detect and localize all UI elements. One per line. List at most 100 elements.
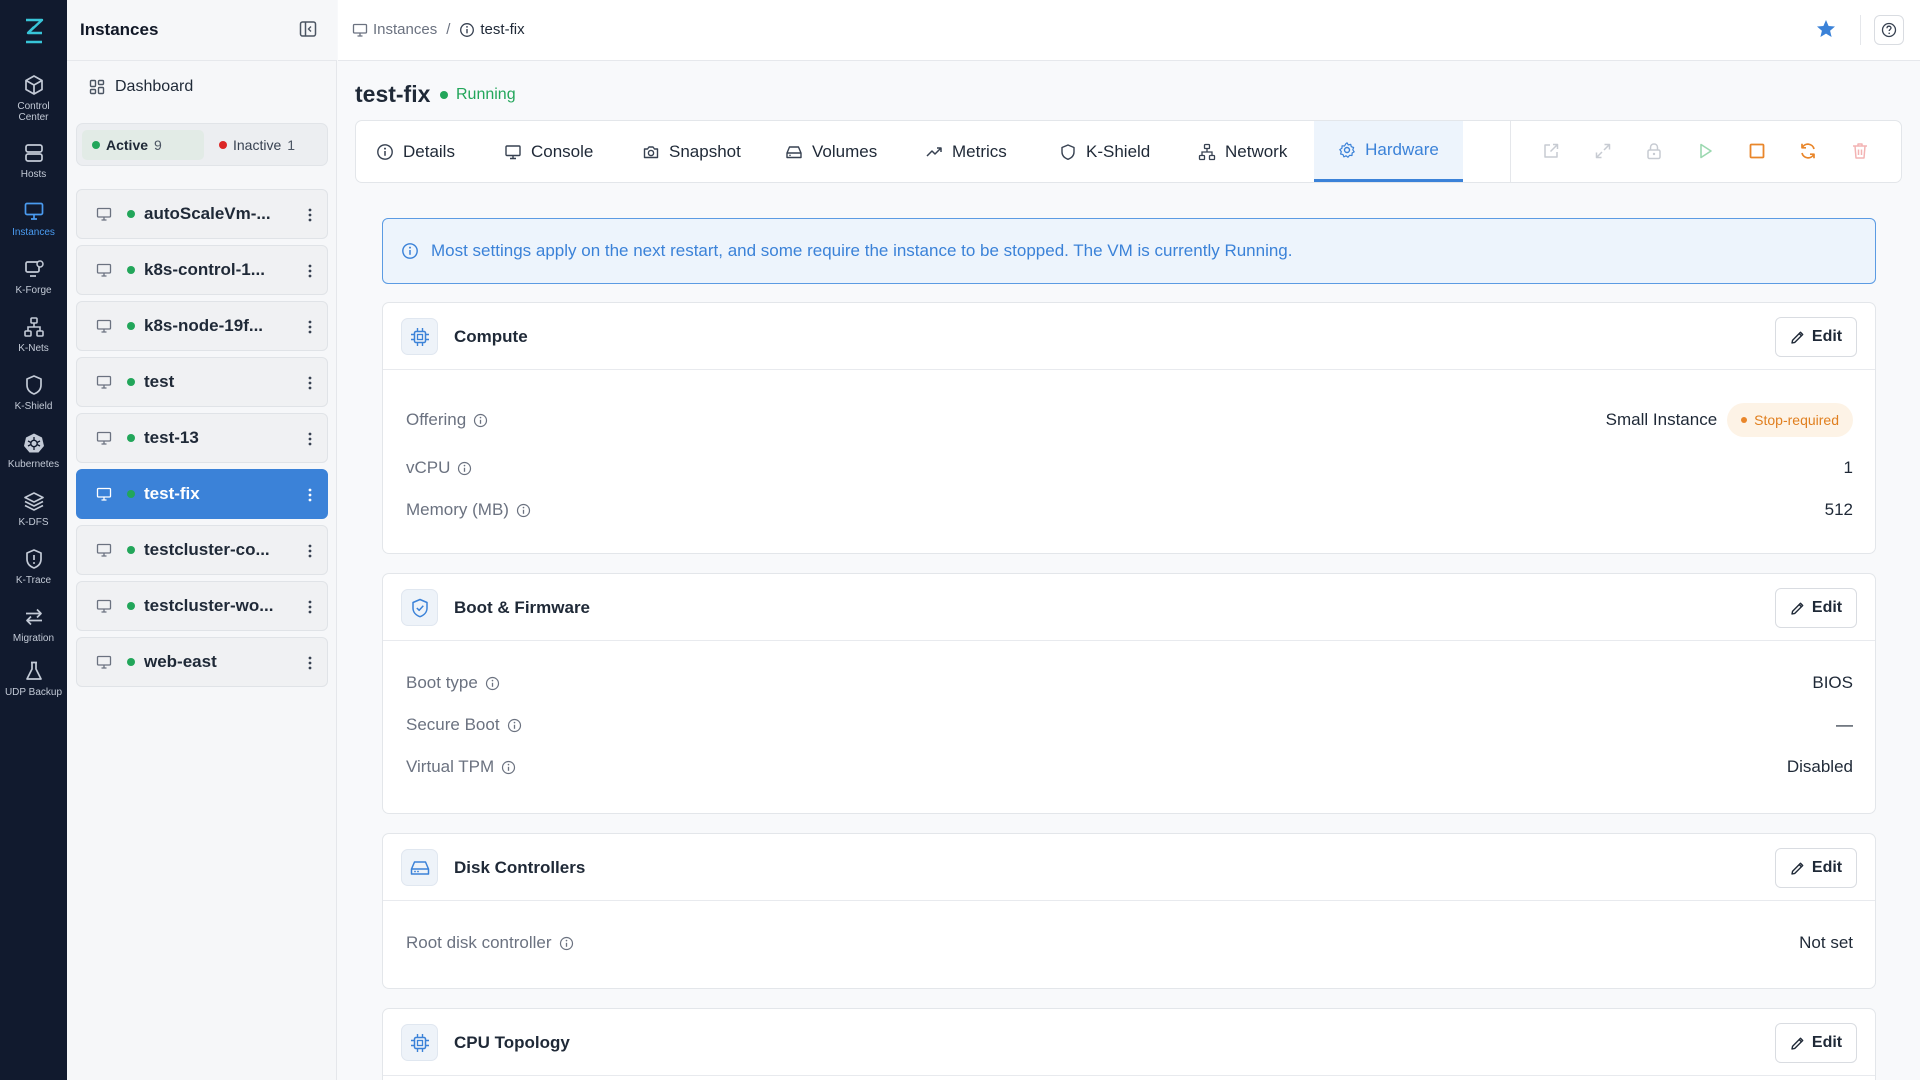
monitor-icon bbox=[96, 319, 112, 333]
shield-icon bbox=[21, 372, 47, 398]
instance-item[interactable]: testcluster-wo... bbox=[76, 581, 328, 631]
tab-network[interactable]: Network bbox=[1178, 121, 1307, 182]
info-icon[interactable] bbox=[501, 760, 516, 775]
memory-label: Memory (MB) bbox=[406, 500, 509, 519]
instance-name: test-fix bbox=[144, 484, 200, 503]
boot-type-row: Boot type BIOS bbox=[406, 670, 1853, 696]
app-logo[interactable] bbox=[0, 8, 67, 54]
rail-item-hosts[interactable]: Hosts bbox=[0, 140, 67, 180]
section-title: Disk Controllers bbox=[454, 858, 586, 877]
root-disk-controller-value: Not set bbox=[1799, 933, 1853, 952]
more-options-icon[interactable] bbox=[307, 318, 313, 336]
more-options-icon[interactable] bbox=[307, 374, 313, 392]
open-external-button[interactable] bbox=[1540, 140, 1562, 162]
tab-volumes[interactable]: Volumes bbox=[765, 121, 897, 182]
status-badge: Running bbox=[440, 86, 516, 104]
instance-item[interactable]: web-east bbox=[76, 637, 328, 687]
rail-item-k-trace[interactable]: K-Trace bbox=[0, 546, 67, 586]
boot-type-value: BIOS bbox=[1812, 673, 1853, 692]
rail-label: Instances bbox=[12, 227, 55, 238]
section-title: Compute bbox=[454, 327, 528, 346]
rail-item-migration[interactable]: Migration bbox=[0, 604, 67, 644]
tab-console[interactable]: Console bbox=[484, 121, 613, 182]
boot-firmware-section: Boot & Firmware Edit Boot type BIOS Secu… bbox=[382, 573, 1876, 814]
breadcrumb-instances-link[interactable]: Instances bbox=[373, 21, 437, 38]
info-icon[interactable] bbox=[516, 503, 531, 518]
rail-item-udp-backup[interactable]: UDP Backup bbox=[0, 658, 67, 698]
edit-cpu-topology-button[interactable]: Edit bbox=[1775, 1023, 1857, 1063]
info-banner: Most settings apply on the next restart,… bbox=[382, 218, 1876, 284]
restart-button[interactable] bbox=[1797, 140, 1819, 162]
memory-value: 512 bbox=[1824, 500, 1853, 519]
offering-row: Offering Small Instance Stop-required bbox=[406, 403, 1853, 437]
tab-snapshot[interactable]: Snapshot bbox=[622, 121, 761, 182]
tab-label: Details bbox=[403, 141, 455, 161]
info-icon[interactable] bbox=[473, 413, 488, 428]
instance-item-selected[interactable]: test-fix bbox=[76, 469, 328, 519]
more-options-icon[interactable] bbox=[307, 262, 313, 280]
edit-disk-button[interactable]: Edit bbox=[1775, 848, 1857, 888]
more-options-icon[interactable] bbox=[307, 598, 313, 616]
pencil-icon bbox=[1791, 1037, 1804, 1050]
info-icon[interactable] bbox=[507, 718, 522, 733]
filter-active-button[interactable]: Active 9 bbox=[82, 130, 204, 160]
rail-item-k-forge[interactable]: K-Forge bbox=[0, 256, 67, 296]
instance-name: testcluster-co... bbox=[144, 540, 270, 559]
filter-active-count: 9 bbox=[154, 137, 162, 153]
shield-check-icon bbox=[401, 589, 438, 626]
rail-item-k-shield[interactable]: K-Shield bbox=[0, 372, 67, 412]
instance-item[interactable]: test-13 bbox=[76, 413, 328, 463]
delete-button[interactable] bbox=[1849, 140, 1871, 162]
stop-button[interactable] bbox=[1746, 140, 1768, 162]
help-button[interactable] bbox=[1874, 15, 1904, 45]
more-options-icon[interactable] bbox=[307, 206, 313, 224]
tab-metrics[interactable]: Metrics bbox=[905, 121, 1027, 182]
instance-item[interactable]: test bbox=[76, 357, 328, 407]
more-options-icon[interactable] bbox=[307, 430, 313, 448]
vcpu-label: vCPU bbox=[406, 458, 451, 477]
tab-details[interactable]: Details bbox=[356, 121, 475, 182]
instance-item[interactable]: k8s-control-1... bbox=[76, 245, 328, 295]
collapse-sidebar-button[interactable] bbox=[299, 20, 319, 40]
more-options-icon[interactable] bbox=[307, 542, 313, 560]
filter-inactive-button[interactable]: Inactive 1 bbox=[209, 130, 325, 160]
edit-label: Edit bbox=[1811, 328, 1843, 345]
rail-item-k-dfs[interactable]: K-DFS bbox=[0, 488, 67, 528]
virtual-tpm-row: Virtual TPM Disabled bbox=[406, 754, 1853, 780]
root-disk-controller-row: Root disk controller Not set bbox=[406, 930, 1853, 956]
row-label: Boot type bbox=[406, 673, 500, 693]
instance-item[interactable]: autoScaleVm-... bbox=[76, 189, 328, 239]
info-icon[interactable] bbox=[485, 676, 500, 691]
rail-item-instances[interactable]: Instances bbox=[0, 198, 67, 238]
tab-k-shield[interactable]: K-Shield bbox=[1039, 121, 1170, 182]
rail-item-kubernetes[interactable]: Kubernetes bbox=[0, 430, 67, 470]
status-dot-running bbox=[127, 378, 135, 386]
instance-item[interactable]: k8s-node-19f... bbox=[76, 301, 328, 351]
favorite-button[interactable] bbox=[1815, 18, 1839, 42]
more-options-icon[interactable] bbox=[307, 486, 313, 504]
app-rail: Control Center Hosts Instances K-Forge K… bbox=[0, 0, 67, 1080]
dashboard-link[interactable]: Dashboard bbox=[89, 78, 193, 96]
lock-button[interactable] bbox=[1643, 140, 1665, 162]
instance-item[interactable]: testcluster-co... bbox=[76, 525, 328, 575]
info-icon[interactable] bbox=[559, 936, 574, 951]
info-icon[interactable] bbox=[457, 461, 472, 476]
network-icon bbox=[21, 314, 47, 340]
server-icon bbox=[21, 140, 47, 166]
start-button[interactable] bbox=[1694, 140, 1716, 162]
trash-icon bbox=[1853, 143, 1867, 159]
info-icon bbox=[460, 22, 475, 37]
rail-item-control-center[interactable]: Control Center bbox=[0, 72, 67, 123]
expand-button[interactable] bbox=[1592, 140, 1614, 162]
flask-icon bbox=[21, 658, 47, 684]
more-options-icon[interactable] bbox=[307, 654, 313, 672]
monitor-icon bbox=[96, 543, 112, 557]
breadcrumb: Instances / test-fix bbox=[352, 21, 525, 38]
edit-boot-button[interactable]: Edit bbox=[1775, 588, 1857, 628]
rail-label: K-DFS bbox=[18, 517, 49, 528]
shield-icon bbox=[1061, 143, 1075, 160]
tab-hardware[interactable]: Hardware bbox=[1314, 121, 1463, 182]
edit-compute-button[interactable]: Edit bbox=[1775, 317, 1857, 357]
badge-label: Stop-required bbox=[1754, 412, 1839, 428]
rail-item-k-nets[interactable]: K-Nets bbox=[0, 314, 67, 354]
